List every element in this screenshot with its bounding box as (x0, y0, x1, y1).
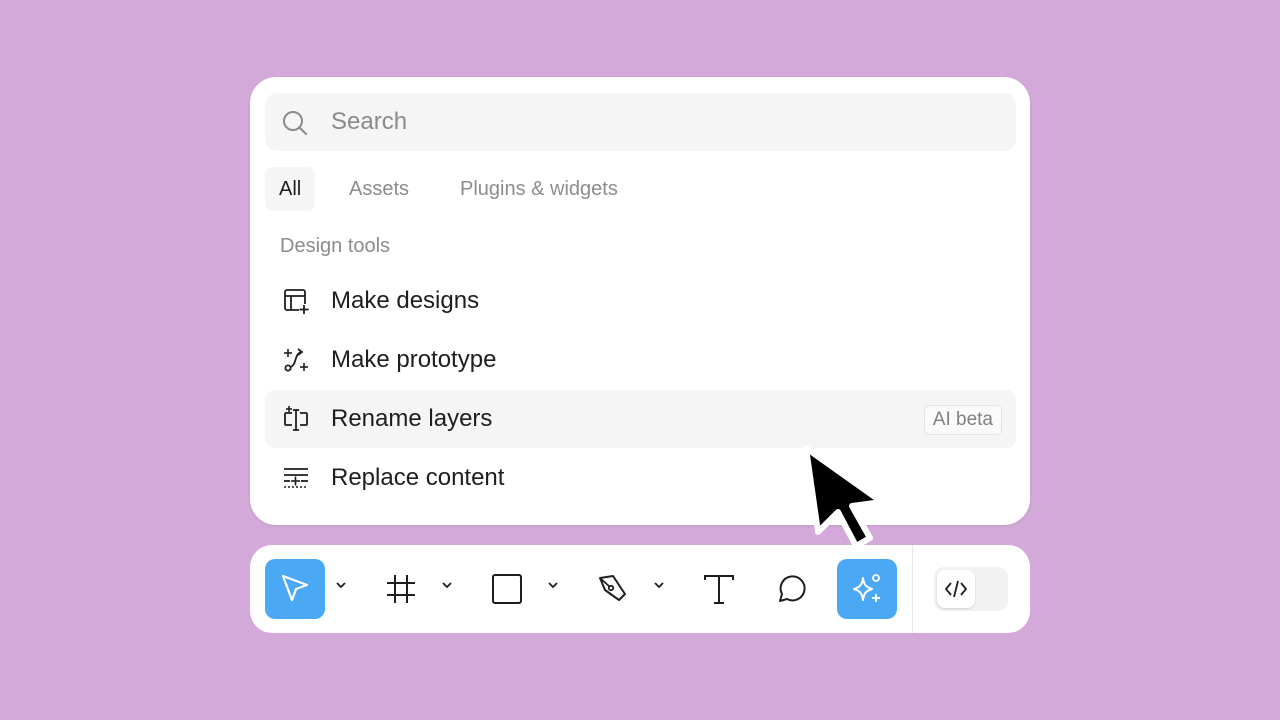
sparkle-ai-icon (853, 574, 880, 602)
menu-item-label: Make prototype (331, 346, 497, 373)
search-bar[interactable] (265, 93, 1016, 151)
section-title-design-tools: Design tools (280, 235, 391, 257)
frame-tool-button[interactable] (371, 559, 431, 619)
comment-tool-button[interactable] (762, 559, 822, 619)
menu-item-label: Replace content (331, 464, 505, 491)
tab-all[interactable]: All (265, 167, 316, 211)
code-brackets-icon (944, 580, 968, 598)
actions-ai-button[interactable] (837, 559, 897, 619)
tab-assets[interactable]: Assets (335, 167, 423, 211)
menu-item-replace-content[interactable]: Replace content (265, 449, 1016, 507)
search-input[interactable] (331, 93, 931, 151)
menu-item-make-prototype[interactable]: Make prototype (265, 331, 1016, 389)
dev-mode-knob (937, 570, 975, 608)
chevron-down-icon[interactable] (440, 578, 454, 592)
text-tool-button[interactable] (689, 559, 749, 619)
menu-item-make-designs[interactable]: Make designs (265, 272, 1016, 330)
comment-bubble-icon (779, 575, 806, 602)
ai-beta-badge: AI beta (923, 405, 1002, 435)
menu-item-label: Rename layers (331, 405, 493, 432)
move-tool-button[interactable] (265, 559, 325, 619)
chevron-down-icon[interactable] (652, 578, 666, 592)
rectangle-tool-button[interactable] (477, 559, 537, 619)
rectangle-icon (492, 574, 522, 604)
bottom-toolbar (250, 545, 1030, 633)
text-t-icon (704, 575, 734, 604)
pen-tool-button[interactable] (583, 559, 643, 619)
pen-nib-icon (599, 575, 626, 601)
tab-plugins-widgets[interactable]: Plugins & widgets (446, 167, 632, 211)
menu-item-label: Make designs (331, 287, 480, 314)
prototype-flow-icon (284, 348, 308, 372)
menu-item-rename-layers[interactable]: Rename layers AI beta (265, 390, 1016, 448)
actions-panel: All Assets Plugins & widgets Design tool… (250, 77, 1030, 525)
chevron-down-icon[interactable] (334, 578, 348, 592)
search-icon (283, 111, 307, 135)
frame-hash-icon (387, 575, 415, 603)
rename-text-cursor-icon (284, 406, 308, 431)
chevron-down-icon[interactable] (546, 578, 560, 592)
dev-mode-toggle[interactable] (934, 567, 1008, 611)
mouse-pointer-icon (803, 445, 885, 549)
toolbar-divider (912, 545, 913, 633)
replace-lines-icon (284, 468, 308, 488)
layout-plus-icon (284, 289, 309, 314)
move-arrow-icon (281, 574, 309, 602)
